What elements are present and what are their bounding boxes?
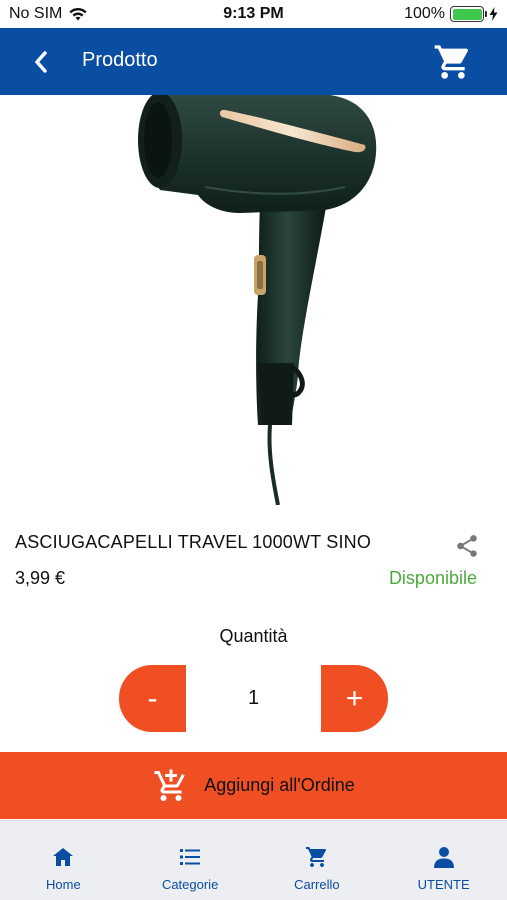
bottom-tab-bar: Home Categorie Carrello UTENTE (0, 820, 507, 900)
tab-utente-label: UTENTE (417, 877, 470, 892)
product-name: ASCIUGACAPELLI TRAVEL 1000WT SINO (15, 532, 372, 552)
tab-carrello-label: Carrello (294, 877, 340, 892)
page-title: Prodotto (82, 49, 158, 71)
quantity-value[interactable]: 1 (186, 665, 321, 732)
hair-dryer-image (138, 92, 377, 506)
add-to-cart-icon (154, 769, 185, 801)
tab-categorie[interactable]: Categorie (127, 821, 254, 900)
tab-utente[interactable]: UTENTE (380, 821, 507, 900)
availability-status: Disponibile (388, 568, 477, 588)
chevron-left-icon (35, 51, 47, 73)
tab-home-label: Home (46, 877, 81, 892)
status-bar: No SIM 9:13 PM 100% (0, 0, 507, 28)
header-cart-button[interactable] (433, 42, 473, 82)
product-price: 3,99 € (15, 568, 66, 588)
quantity-decrease-button[interactable]: - (119, 665, 186, 732)
tab-carrello[interactable]: Carrello (254, 821, 381, 900)
add-to-order-label: Aggiungi all'Ordine (204, 775, 355, 795)
app-header: Prodotto (0, 28, 507, 95)
back-button[interactable] (24, 45, 58, 79)
add-to-order-button[interactable]: Aggiungi all'Ordine (0, 752, 507, 819)
quantity-label: Quantità (219, 626, 288, 646)
user-icon (433, 847, 454, 868)
cart-icon (305, 847, 326, 867)
share-icon (457, 535, 477, 557)
charging-bolt-icon (489, 7, 498, 21)
list-icon (180, 849, 201, 865)
battery-percent: 100% (404, 5, 445, 22)
cart-icon (434, 45, 469, 79)
status-right: 100% (404, 5, 498, 23)
tab-categorie-label: Categorie (161, 877, 219, 892)
home-icon (53, 848, 74, 866)
quantity-increase-button[interactable]: + (321, 665, 388, 732)
battery-icon (450, 6, 487, 22)
product-image (0, 92, 507, 506)
share-button[interactable] (454, 533, 480, 559)
tab-home[interactable]: Home (0, 821, 127, 900)
